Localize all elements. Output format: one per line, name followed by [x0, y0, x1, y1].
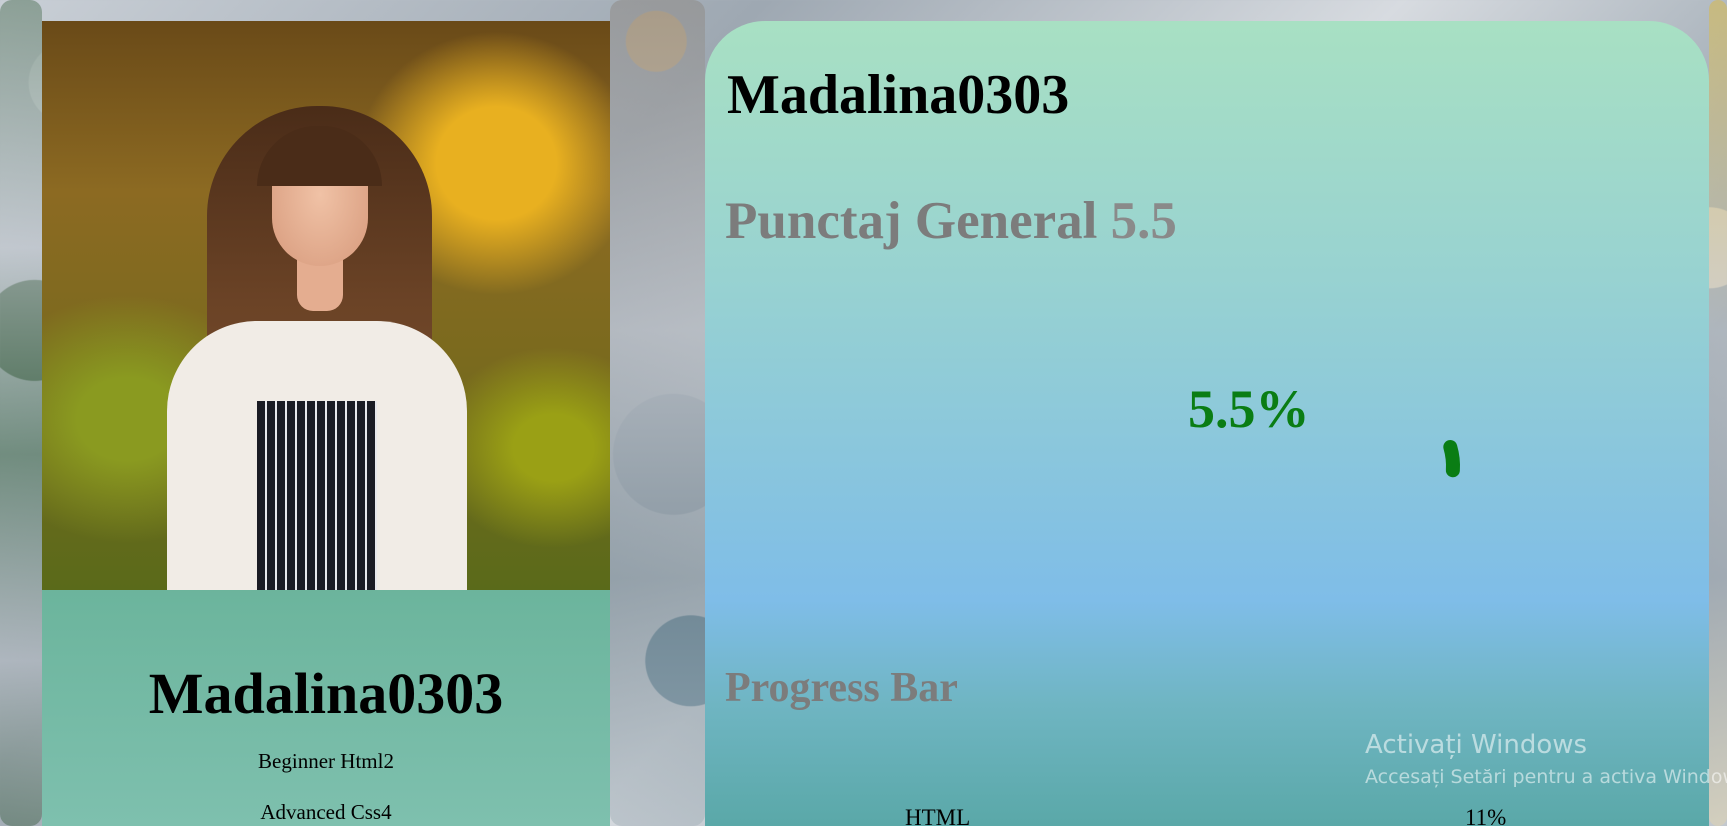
profile-photo	[42, 21, 610, 590]
profile-name: Madalina0303	[148, 661, 504, 726]
circular-progress-arc	[1443, 440, 1460, 478]
progress-percent-label: 5.5%	[1188, 379, 1310, 439]
panel-username: Madalina0303	[727, 64, 1070, 126]
profile-skill-html: Beginner Html2	[258, 749, 394, 773]
progress-bar-title: Progress Bar	[725, 665, 958, 711]
general-score: Punctaj General 5.5	[725, 191, 1177, 251]
background-art-left	[0, 0, 42, 826]
background-art-right	[1709, 0, 1727, 826]
photo-overall	[257, 401, 377, 590]
skill-progress-value: 11%	[1465, 805, 1507, 826]
circular-progress	[1443, 440, 1460, 478]
general-score-value: 5.5	[1110, 192, 1177, 250]
profile-skill-css: Advanced Css4	[260, 800, 392, 824]
stats-panel: Madalina0303 Punctaj General 5.5 5.5% Pr…	[705, 21, 1709, 826]
general-score-label: Punctaj General	[725, 192, 1098, 250]
skill-progress-label: HTML	[905, 805, 971, 826]
background-art	[610, 0, 705, 826]
profile-card: Madalina0303 Beginner Html2 Advanced Css…	[42, 21, 610, 826]
